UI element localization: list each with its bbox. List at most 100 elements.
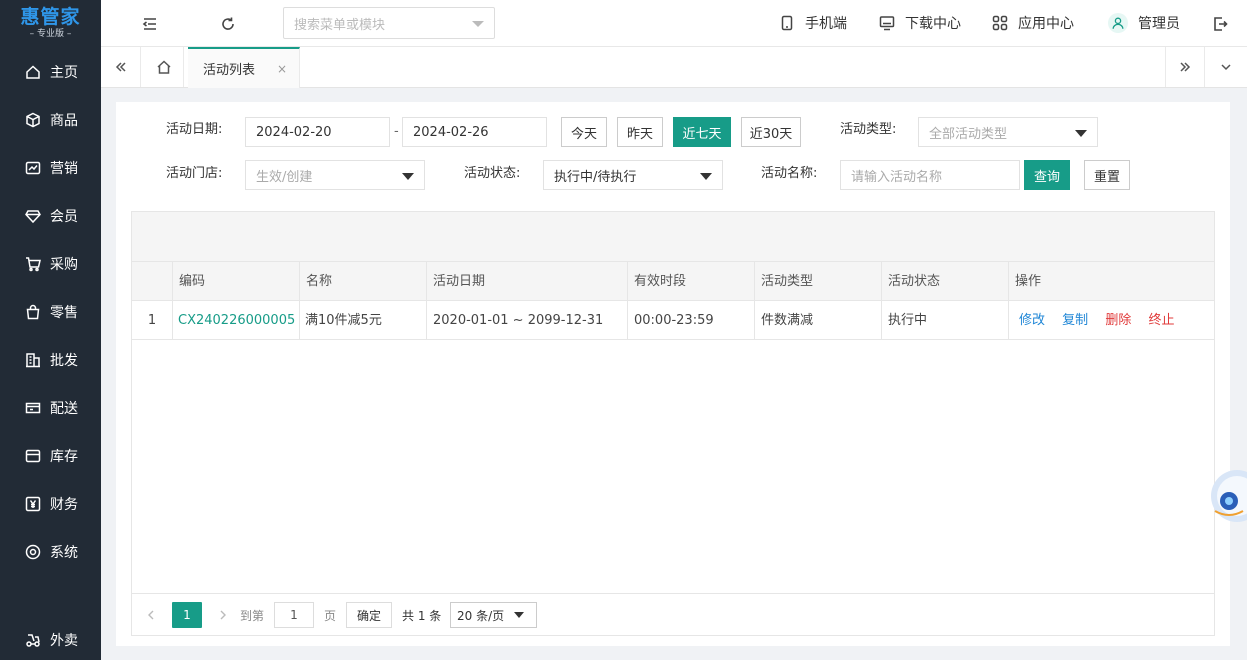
date-label: 活动日期: <box>166 122 223 137</box>
home-icon <box>24 63 42 81</box>
logout-icon <box>1214 17 1228 31</box>
store-label: 活动门店: <box>166 166 223 181</box>
building-icon <box>24 351 42 369</box>
activity-type-placeholder: 全部活动类型 <box>929 126 1008 142</box>
monitor-icon <box>879 16 895 31</box>
download-center-link[interactable]: 下载中心 <box>879 0 961 46</box>
gear-icon <box>24 543 42 561</box>
logout-button[interactable] <box>1208 12 1232 36</box>
copy-link[interactable]: 复制 <box>1062 313 1088 328</box>
goto-confirm-button[interactable]: 确定 <box>346 602 392 628</box>
menu-fold-icon <box>142 18 156 30</box>
scroll-tabs-left-button[interactable] <box>101 47 141 87</box>
edit-link[interactable]: 修改 <box>1019 313 1045 328</box>
status-label: 活动状态: <box>464 166 521 181</box>
yesterday-button[interactable]: 昨天 <box>617 117 663 147</box>
sidebar-item-inventory[interactable]: 库存 <box>0 434 101 478</box>
sidebar-item-label: 采购 <box>50 257 78 273</box>
tab-activity-list[interactable]: 活动列表 × <box>188 47 300 88</box>
activity-date-range: 2020-01-01 ~ 2099-12-31 <box>427 301 628 340</box>
sidebar-item-label: 外卖 <box>50 633 78 649</box>
tab-bar: 活动列表 × <box>101 47 1247 88</box>
date-start-input[interactable]: 2024-02-20 <box>245 117 390 147</box>
goto-page-input[interactable]: 1 <box>274 602 314 628</box>
bag-icon <box>24 303 42 321</box>
caret-down-icon <box>514 612 525 618</box>
current-page[interactable]: 1 <box>172 602 202 628</box>
sidebar-item-label: 零售 <box>50 305 78 321</box>
last-30-days-button[interactable]: 近30天 <box>741 117 801 147</box>
close-icon[interactable]: × <box>277 62 287 76</box>
user-menu[interactable]: 管理员 <box>1108 0 1180 46</box>
caret-down-icon <box>472 21 484 27</box>
sidebar-item-label: 库存 <box>50 449 78 465</box>
code-cell: CX240226000005 <box>173 301 300 340</box>
activity-code-link[interactable]: CX240226000005 <box>178 313 295 328</box>
sidebar-item-takeout[interactable]: 外卖 <box>0 618 101 660</box>
sidebar-item-marketing[interactable]: 营销 <box>0 146 101 190</box>
last-7-days-button[interactable]: 近七天 <box>673 117 731 147</box>
yen-icon <box>24 495 42 513</box>
app-center-link[interactable]: 应用中心 <box>992 0 1074 46</box>
sidebar-item-member[interactable]: 会员 <box>0 194 101 238</box>
column-header-date[interactable]: 活动日期 <box>427 262 628 301</box>
logo: 惠管家 – 专业版 – <box>0 0 101 46</box>
sidebar-item-purchase[interactable]: 采购 <box>0 242 101 286</box>
menu-search-select[interactable]: 搜索菜单或模块 <box>283 7 495 39</box>
reset-button[interactable]: 重置 <box>1084 160 1130 190</box>
column-header-time[interactable]: 有效时段 <box>628 262 755 301</box>
collapse-menu-button[interactable] <box>138 12 162 36</box>
refresh-button[interactable] <box>216 12 240 36</box>
tab-label: 活动列表 <box>203 63 256 78</box>
sidebar-item-label: 财务 <box>50 497 78 513</box>
logo-subtitle: – 专业版 – <box>29 28 72 39</box>
sidebar-item-delivery[interactable]: 配送 <box>0 386 101 430</box>
robot-graphic <box>1211 470 1247 522</box>
sidebar-item-label: 配送 <box>50 401 78 417</box>
prev-page-button[interactable] <box>144 602 158 628</box>
home-tab[interactable] <box>144 47 184 87</box>
sidebar-item-label: 商品 <box>50 113 78 129</box>
sidebar-item-goods[interactable]: 商品 <box>0 98 101 142</box>
delete-link[interactable]: 删除 <box>1105 313 1131 328</box>
terminate-link[interactable]: 终止 <box>1148 313 1174 328</box>
assistant-robot-icon[interactable] <box>1209 463 1247 529</box>
sidebar-item-retail[interactable]: 零售 <box>0 290 101 334</box>
today-button[interactable]: 今天 <box>561 117 607 147</box>
scroll-tabs-right-button[interactable] <box>1165 47 1205 87</box>
pagination: 1 到第 1 页 确定 共 1 条 20 条/页 <box>132 593 1214 635</box>
mobile-link[interactable]: 手机端 <box>779 0 847 46</box>
sidebar-item-finance[interactable]: 财务 <box>0 482 101 526</box>
column-header-code[interactable]: 编码 <box>173 262 300 301</box>
activity-time-range: 00:00-23:59 <box>628 301 755 340</box>
total-count: 共 1 条 <box>402 608 442 623</box>
store-placeholder: 生效/创建 <box>256 169 313 185</box>
status-value: 执行中/待执行 <box>554 169 637 185</box>
diamond-icon <box>24 207 42 225</box>
status-select[interactable]: 执行中/待执行 <box>543 160 723 190</box>
delivery-icon <box>24 631 42 649</box>
chart-icon <box>24 159 42 177</box>
sidebar-item-home[interactable]: 主页 <box>0 50 101 94</box>
query-button[interactable]: 查询 <box>1024 160 1070 190</box>
column-header-status[interactable]: 活动状态 <box>882 262 1009 301</box>
next-page-button[interactable] <box>216 602 230 628</box>
sidebar-item-system[interactable]: 系统 <box>0 530 101 574</box>
menu-search-placeholder: 搜索菜单或模块 <box>294 17 386 33</box>
activity-type-select[interactable]: 全部活动类型 <box>918 117 1098 147</box>
page-size-select[interactable]: 20 条/页 <box>450 602 537 628</box>
sidebar-item-wholesale[interactable]: 批发 <box>0 338 101 382</box>
column-header-name[interactable]: 名称 <box>300 262 427 301</box>
column-header-type[interactable]: 活动类型 <box>755 262 882 301</box>
date-end-input[interactable]: 2024-02-26 <box>402 117 547 147</box>
date-separator: - <box>394 124 399 139</box>
mobile-link-label: 手机端 <box>805 16 847 32</box>
tab-options-button[interactable] <box>1205 47 1247 87</box>
mobile-icon <box>781 15 793 31</box>
store-select[interactable]: 生效/创建 <box>245 160 425 190</box>
home-outline-icon <box>156 60 171 74</box>
sidebar-item-label: 系统 <box>50 545 78 561</box>
page-unit-label: 页 <box>324 608 337 623</box>
activity-name-input[interactable]: 请输入活动名称 <box>840 160 1020 190</box>
cube-icon <box>24 111 42 129</box>
